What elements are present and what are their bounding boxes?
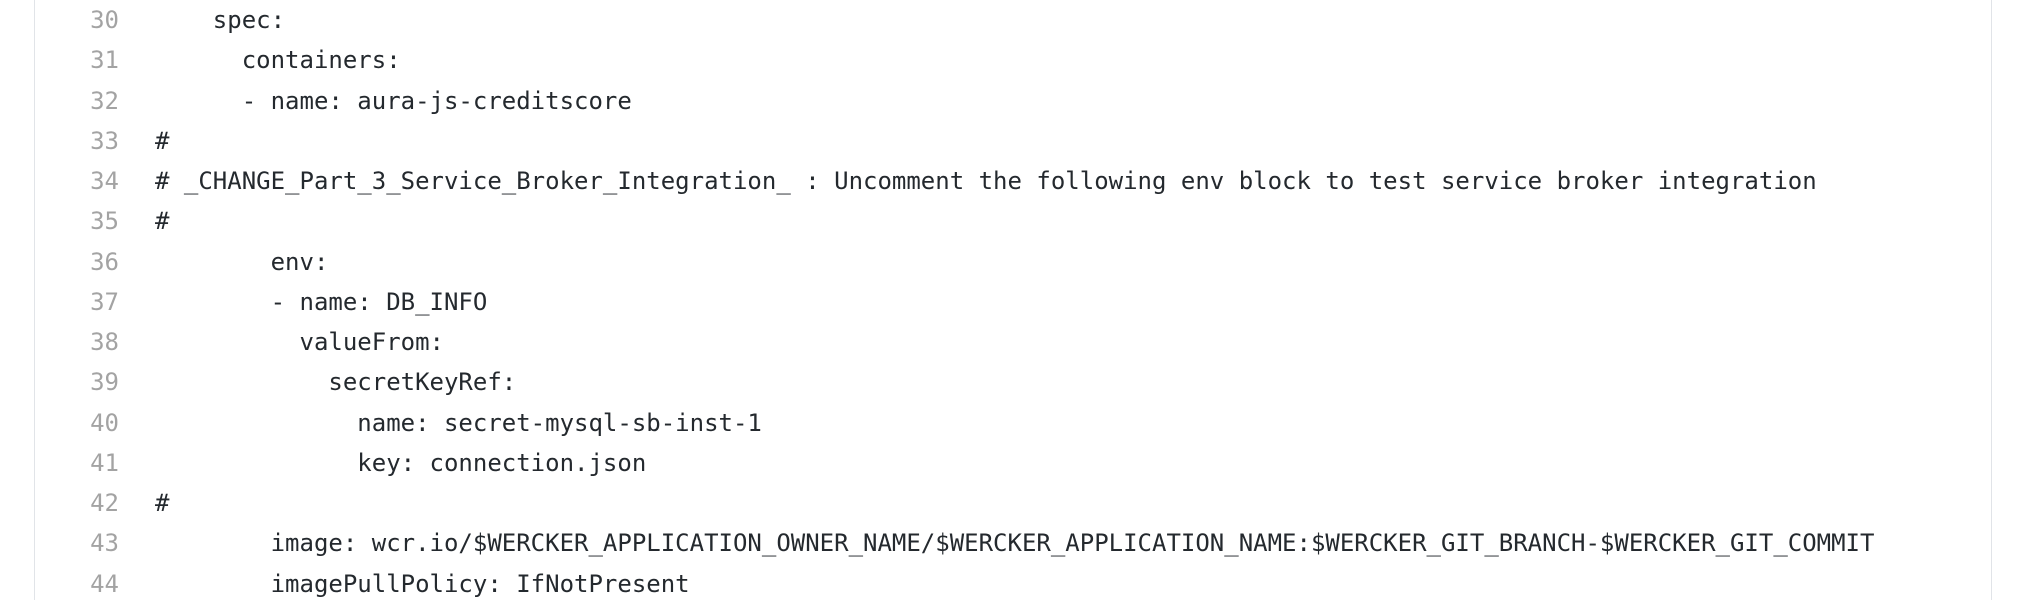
- line-number[interactable]: 43: [35, 523, 119, 563]
- code-line: 42 #: [35, 483, 1991, 523]
- code-line: 31 containers:: [35, 40, 1991, 80]
- line-number[interactable]: 35: [35, 201, 119, 241]
- code-line: 34 # _CHANGE_Part_3_Service_Broker_Integ…: [35, 161, 1991, 201]
- line-code[interactable]: secretKeyRef:: [155, 362, 1991, 402]
- line-code[interactable]: env:: [155, 242, 1991, 282]
- line-code[interactable]: #: [155, 483, 1991, 523]
- line-number[interactable]: 36: [35, 242, 119, 282]
- code-line: 41 key: connection.json: [35, 443, 1991, 483]
- line-code[interactable]: spec:: [155, 0, 1991, 40]
- line-code[interactable]: #: [155, 201, 1991, 241]
- code-line: 43 image: wcr.io/$WERCKER_APPLICATION_OW…: [35, 523, 1991, 563]
- line-number[interactable]: 44: [35, 564, 119, 604]
- line-number[interactable]: 30: [35, 0, 119, 40]
- code-line: 38 valueFrom:: [35, 322, 1991, 362]
- line-code[interactable]: valueFrom:: [155, 322, 1991, 362]
- line-code[interactable]: key: connection.json: [155, 443, 1991, 483]
- line-number[interactable]: 39: [35, 362, 119, 402]
- code-line: 39 secretKeyRef:: [35, 362, 1991, 402]
- line-code[interactable]: - name: DB_INFO: [155, 282, 1991, 322]
- line-number[interactable]: 33: [35, 121, 119, 161]
- line-number[interactable]: 38: [35, 322, 119, 362]
- code-viewer: 30 spec: 31 containers: 32 - name: aura-…: [34, 0, 1992, 600]
- line-number[interactable]: 34: [35, 161, 119, 201]
- line-code[interactable]: name: secret-mysql-sb-inst-1: [155, 403, 1991, 443]
- line-code[interactable]: - name: aura-js-creditscore: [155, 81, 1991, 121]
- line-number[interactable]: 40: [35, 403, 119, 443]
- line-number[interactable]: 32: [35, 81, 119, 121]
- code-line: 30 spec:: [35, 0, 1991, 40]
- code-line: 36 env:: [35, 242, 1991, 282]
- code-line: 32 - name: aura-js-creditscore: [35, 81, 1991, 121]
- line-code[interactable]: image: wcr.io/$WERCKER_APPLICATION_OWNER…: [155, 523, 1991, 563]
- line-code[interactable]: containers:: [155, 40, 1991, 80]
- code-line: 35 #: [35, 201, 1991, 241]
- line-code[interactable]: #: [155, 121, 1991, 161]
- code-line: 40 name: secret-mysql-sb-inst-1: [35, 403, 1991, 443]
- code-line: 37 - name: DB_INFO: [35, 282, 1991, 322]
- line-number[interactable]: 42: [35, 483, 119, 523]
- code-line: 44 imagePullPolicy: IfNotPresent: [35, 564, 1991, 604]
- line-number[interactable]: 37: [35, 282, 119, 322]
- line-code[interactable]: # _CHANGE_Part_3_Service_Broker_Integrat…: [155, 161, 1991, 201]
- line-number[interactable]: 41: [35, 443, 119, 483]
- line-code[interactable]: imagePullPolicy: IfNotPresent: [155, 564, 1991, 604]
- code-table: 30 spec: 31 containers: 32 - name: aura-…: [35, 0, 1991, 604]
- code-line: 33 #: [35, 121, 1991, 161]
- line-number[interactable]: 31: [35, 40, 119, 80]
